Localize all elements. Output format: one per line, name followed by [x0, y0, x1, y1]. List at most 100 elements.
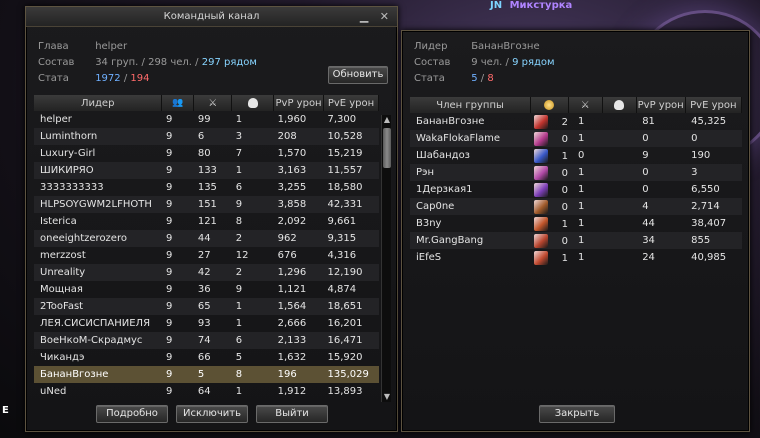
cell-deaths: 1: [235, 114, 243, 125]
group-stat-deaths: 8: [487, 73, 494, 84]
col-leader[interactable]: Лидер: [34, 95, 163, 111]
table-row[interactable]: Рэн 0 1 0 3: [410, 164, 742, 181]
table-row[interactable]: Чикандэ 9 66 5 1,632 15,920: [34, 349, 379, 366]
cell-pvp: 3,163: [273, 162, 324, 179]
cell-pve: 6,550: [691, 184, 720, 195]
cell-pvp: 1,564: [273, 298, 324, 315]
table-row[interactable]: БананВгознe 2 1 81 45,325: [410, 113, 742, 130]
cell-members: 9: [165, 284, 173, 295]
cell-kills: 80: [197, 148, 211, 159]
cell-leader-name: Мощная: [40, 284, 83, 295]
refresh-button[interactable]: Обновить: [328, 66, 388, 84]
table-row[interactable]: ЛЕЯ.СИСИСПАНИЕЛЯ 9 93 1 2,666 16,201: [34, 315, 379, 332]
col-medal[interactable]: [530, 97, 569, 113]
table-row[interactable]: ШИКИРЯО 9 133 1 3,163 11,557: [34, 162, 379, 179]
col-pvp[interactable]: PvP урон: [273, 95, 325, 111]
table-row[interactable]: Unreality 9 42 2 1,296 12,190: [34, 264, 379, 281]
command-channel-titlebar[interactable]: Командный канал ▁ ✕: [26, 7, 397, 27]
leaders-scrollbar[interactable]: ▲ ▼: [381, 115, 391, 402]
table-row[interactable]: 2TooFast 9 65 1 1,564 18,651: [34, 298, 379, 315]
col-pve[interactable]: PvE урон: [685, 97, 743, 113]
table-row[interactable]: B3ny 1 1 44 38,407: [410, 215, 742, 232]
cell-leader-name: uNed: [40, 386, 67, 397]
cell-class: 0: [530, 130, 569, 147]
table-row[interactable]: 3333333333 9 135 6 3,255 18,580: [34, 179, 379, 196]
col-pvp[interactable]: PvP урон: [636, 97, 686, 113]
table-row[interactable]: merzzost 9 27 12 676 4,316: [34, 247, 379, 264]
table-row[interactable]: Mr.GangBang 0 1 34 855: [410, 232, 742, 249]
table-row[interactable]: 1Дерзкая1 0 1 0 6,550: [410, 181, 742, 198]
members-table-header: Член группы ⚔ PvP урон PvE урон: [410, 97, 743, 113]
table-row[interactable]: iEfeS 1 1 24 40,985: [410, 249, 742, 266]
table-row[interactable]: Luxury-Girl 9 80 7 1,570 15,219: [34, 145, 379, 162]
cell-deaths: 3: [231, 128, 274, 145]
details-button[interactable]: Подробно: [96, 405, 168, 423]
cell-pvp-small: 34: [636, 232, 686, 249]
col-pve[interactable]: PvE урон: [323, 95, 379, 111]
cell-pve: 12,190: [323, 264, 379, 281]
cell-member-name: Mr.GangBang: [410, 232, 531, 249]
cell-member-name: 1Дерзкая1: [416, 184, 473, 195]
scroll-down-arrow-icon[interactable]: ▼: [382, 392, 392, 402]
cell-kills: 121: [197, 216, 217, 227]
cell-leader-name: Luxury-Girl: [40, 148, 96, 159]
cell-members: 9: [161, 128, 194, 145]
close-icon[interactable]: ✕: [380, 10, 389, 23]
cell-pve: 0: [685, 130, 742, 147]
col-kills[interactable]: ⚔: [568, 97, 603, 113]
leader-value: helper: [95, 41, 128, 52]
col-deaths[interactable]: [602, 97, 637, 113]
table-row[interactable]: WakaFlokaFlame 0 1 0 0: [410, 130, 742, 147]
cell-pve: 190: [691, 150, 711, 161]
cell-medal-count: 2: [561, 116, 569, 128]
table-row[interactable]: oneeightzerozero 9 44 2 962 9,315: [34, 230, 379, 247]
cell-kills: 65: [193, 298, 232, 315]
table-row[interactable]: Luminthorn 9 6 3 208 10,528: [34, 128, 379, 145]
cell-leader-name: Isterica: [40, 216, 77, 227]
col-member[interactable]: Член группы: [410, 97, 532, 113]
cell-pve: 2,714: [685, 198, 742, 215]
world-text-left: E: [2, 405, 9, 416]
cell-member-name: iEfeS: [416, 252, 442, 263]
group-composition-line: Состав 9 чел. / 9 рядом: [414, 57, 555, 68]
cell-pvp: 2,092: [277, 216, 307, 227]
cell-spacer: [602, 113, 636, 130]
close-button[interactable]: Закрыть: [539, 405, 615, 423]
cell-pvp-small: 44: [642, 218, 655, 229]
scroll-thumb[interactable]: [383, 128, 391, 168]
cell-deaths: 1: [235, 318, 243, 329]
cell-members: 9: [161, 332, 194, 349]
table-row[interactable]: Мощная 9 36 9 1,121 4,874: [34, 281, 379, 298]
cell-pvp: 1,296: [273, 264, 324, 281]
cell-kills: 1: [578, 116, 585, 127]
table-row[interactable]: Шабандоз 1 0 9 190: [410, 147, 742, 164]
cell-pve: 9,315: [323, 230, 379, 247]
leave-button[interactable]: Выйти: [256, 405, 328, 423]
col-kills[interactable]: ⚔: [193, 95, 233, 111]
exclude-button[interactable]: Исключить: [176, 405, 248, 423]
cell-deaths: 8: [235, 216, 243, 227]
col-deaths[interactable]: [231, 95, 275, 111]
table-row[interactable]: ВоеНкоМ-Скрадмус 9 74 6 2,133 16,471: [34, 332, 379, 349]
cell-pvp-small: 9: [642, 150, 649, 161]
table-row[interactable]: uNed 9 64 1 1,912 13,893: [34, 383, 379, 400]
table-row[interactable]: helper 9 99 1 1,960 7,300: [34, 111, 379, 128]
cell-leader-name: oneeightzerozero: [34, 230, 162, 247]
cell-spacer: [602, 249, 636, 266]
table-row[interactable]: Isterica 9 121 8 2,092 9,661: [34, 213, 379, 230]
cell-pvp-small: 81: [642, 116, 655, 127]
stat-deaths: 194: [130, 73, 150, 84]
cell-leader-name: HLPSOYGWM2LFHOTH: [34, 196, 162, 213]
col-members[interactable]: 👥: [161, 95, 195, 111]
table-row[interactable]: БананВгознe 9 5 8 196 135,029: [34, 366, 379, 383]
cell-members: 9: [161, 298, 194, 315]
channel-leader-line: Глава helper: [38, 41, 127, 52]
group-nearby-count: 9 рядом: [512, 57, 555, 68]
table-row[interactable]: Cap0ne 0 1 4 2,714: [410, 198, 742, 215]
cell-class: 0: [531, 181, 568, 198]
cell-pve: 135,029: [323, 366, 379, 383]
minimize-icon[interactable]: ▁: [360, 10, 368, 23]
cell-members: 9: [165, 216, 173, 227]
scroll-up-arrow-icon[interactable]: ▲: [382, 115, 392, 125]
table-row[interactable]: HLPSOYGWM2LFHOTH 9 151 9 3,858 42,331: [34, 196, 379, 213]
